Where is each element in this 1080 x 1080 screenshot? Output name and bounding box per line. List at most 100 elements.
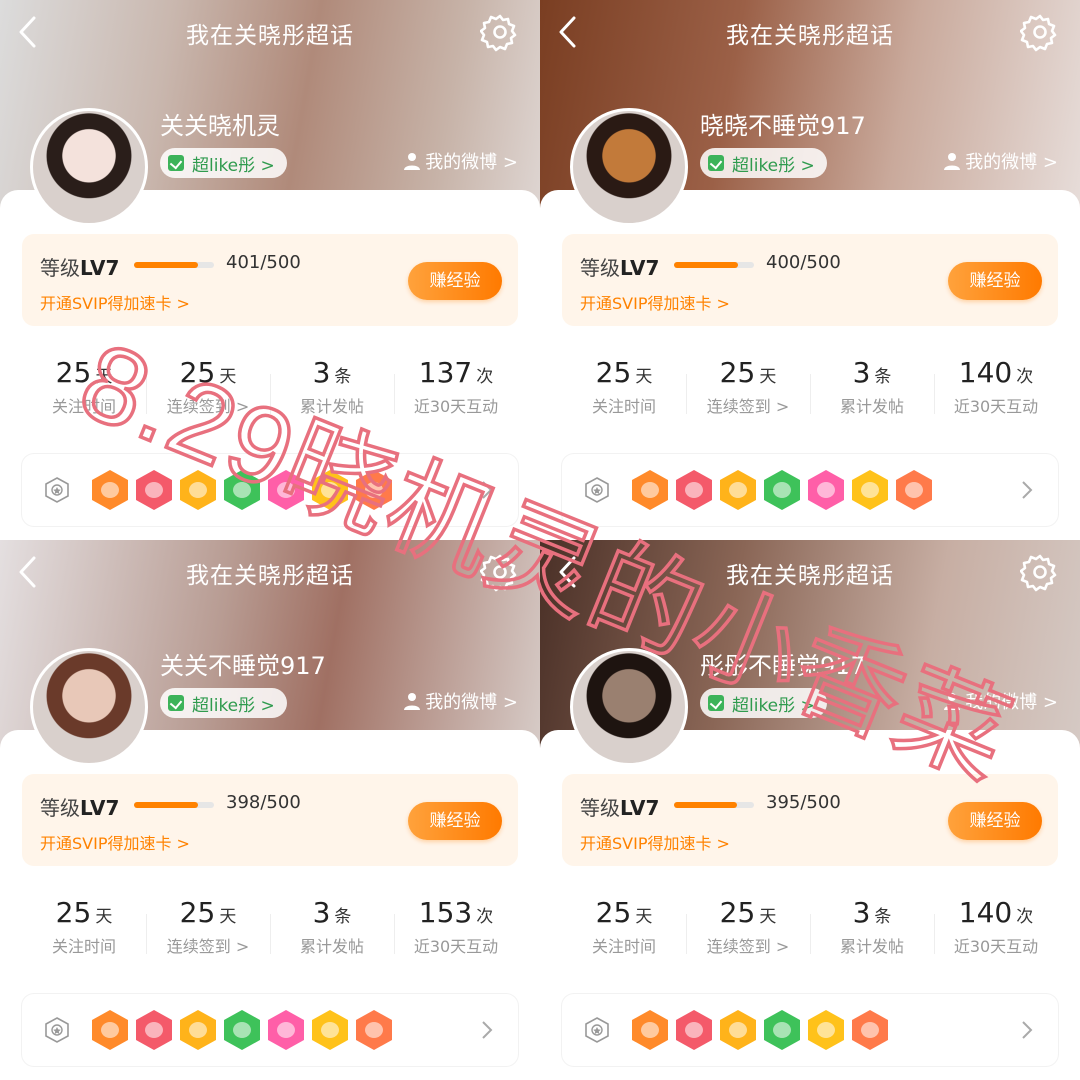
stat-label: 连续签到 >: [166, 937, 250, 956]
user-name[interactable]: 晓晓不睡觉917: [700, 106, 866, 141]
avatar[interactable]: [30, 648, 148, 766]
fan-badge-icon[interactable]: [632, 1010, 668, 1050]
user-name[interactable]: 关关不睡觉917: [160, 646, 326, 681]
avatar[interactable]: [570, 648, 688, 766]
level-progress-bar: [134, 802, 214, 808]
stat-value: 25 天: [595, 896, 653, 929]
svip-link[interactable]: 开通SVIP得加速卡 >: [580, 290, 730, 314]
gear-icon[interactable]: [479, 552, 520, 592]
fan-badge-icon[interactable]: [92, 470, 128, 510]
gear-icon[interactable]: [1019, 12, 1060, 52]
gear-icon[interactable]: [1019, 552, 1060, 592]
fan-badge-icon[interactable]: [356, 1010, 392, 1050]
fan-badge-icon[interactable]: [180, 1010, 216, 1050]
stat-item[interactable]: 140 次 近30天互动: [934, 338, 1058, 434]
stat-item[interactable]: 3条 累计发帖: [270, 878, 394, 974]
stat-value: 25 天: [55, 896, 113, 929]
fan-badge-icon[interactable]: [764, 470, 800, 510]
svip-link[interactable]: 开通SVIP得加速卡 >: [580, 830, 730, 854]
user-name[interactable]: 彤彤不睡觉917: [700, 646, 866, 681]
fan-badge-icon[interactable]: [720, 1010, 756, 1050]
top-bar: 我在关晓彤超话: [540, 540, 1080, 604]
stat-label: 连续签到 >: [706, 397, 790, 416]
fan-badge-icon[interactable]: [312, 1010, 348, 1050]
stat-value: 3条: [852, 896, 892, 929]
fan-badge-icon[interactable]: [312, 470, 348, 510]
svip-link[interactable]: 开通SVIP得加速卡 >: [40, 830, 190, 854]
fan-badge-icon[interactable]: [356, 470, 392, 510]
chevron-right-icon[interactable]: [480, 476, 494, 504]
fan-badge-icon[interactable]: [676, 1010, 712, 1050]
stat-item[interactable]: 25 天 关注时间: [22, 338, 146, 434]
level-progress-text: 398/500: [226, 792, 301, 813]
super-like-pill[interactable]: 超like彤 >: [160, 148, 287, 178]
my-weibo-link[interactable]: 我的微博 >: [403, 148, 518, 174]
fan-badge-icon[interactable]: [92, 1010, 128, 1050]
stat-item[interactable]: 153 次 近30天互动: [394, 878, 518, 974]
super-like-pill[interactable]: 超like彤 >: [700, 688, 827, 718]
chevron-right-icon[interactable]: [1020, 476, 1034, 504]
stat-value: 25 天: [719, 356, 777, 389]
user-name[interactable]: 关关晓机灵: [160, 106, 280, 141]
fan-badge-icon[interactable]: [852, 470, 888, 510]
checkin-icon: [708, 695, 724, 711]
top-bar: 我在关晓彤超话: [0, 0, 540, 64]
stat-item[interactable]: 25 天 关注时间: [562, 338, 686, 434]
stat-item[interactable]: 137 次 近30天互动: [394, 338, 518, 434]
fan-badge-icon[interactable]: [764, 1010, 800, 1050]
fan-badge-icon[interactable]: [632, 470, 668, 510]
stat-item[interactable]: 140 次 近30天互动: [934, 878, 1058, 974]
earn-exp-button[interactable]: 赚经验: [948, 802, 1042, 840]
stat-value: 153 次: [418, 896, 494, 929]
fan-badge-icon[interactable]: [808, 1010, 844, 1050]
earn-exp-button[interactable]: 赚经验: [408, 802, 502, 840]
stat-item[interactable]: 25 天 关注时间: [562, 878, 686, 974]
chevron-right-icon[interactable]: [480, 1016, 494, 1044]
my-weibo-label: 我的微博 >: [425, 692, 518, 713]
person-icon: [943, 152, 961, 170]
stat-label: 累计发帖: [299, 937, 364, 956]
badge-wall[interactable]: [562, 454, 1058, 526]
fan-badge-icon[interactable]: [268, 1010, 304, 1050]
super-like-pill[interactable]: 超like彤 >: [160, 688, 287, 718]
stat-item[interactable]: 25 天 连续签到 >: [146, 338, 270, 434]
avatar[interactable]: [570, 108, 688, 226]
gear-icon[interactable]: [479, 12, 520, 52]
level-text: 等级LV7: [40, 796, 120, 820]
badge-wall[interactable]: [22, 994, 518, 1066]
person-icon: [943, 692, 961, 710]
earn-exp-button[interactable]: 赚经验: [408, 262, 502, 300]
stat-item[interactable]: 3条 累计发帖: [810, 338, 934, 434]
earn-exp-button[interactable]: 赚经验: [948, 262, 1042, 300]
fan-badge-icon[interactable]: [676, 470, 712, 510]
my-weibo-label: 我的微博 >: [425, 152, 518, 173]
fan-badge-icon[interactable]: [720, 470, 756, 510]
stat-item[interactable]: 25 天 连续签到 >: [146, 878, 270, 974]
svip-link[interactable]: 开通SVIP得加速卡 >: [40, 290, 190, 314]
stat-item[interactable]: 25 天 连续签到 >: [686, 878, 810, 974]
stats-row: 25 天 关注时间 25 天 连续签到 > 3条 累计发帖 140 次 近30天互动: [562, 878, 1058, 974]
fan-badge-icon[interactable]: [268, 470, 304, 510]
my-weibo-link[interactable]: 我的微博 >: [943, 688, 1058, 714]
badge-wall[interactable]: [22, 454, 518, 526]
stat-item[interactable]: 25 天 连续签到 >: [686, 338, 810, 434]
level-progress-bar: [674, 802, 754, 808]
avatar[interactable]: [30, 108, 148, 226]
fan-badge-icon[interactable]: [224, 1010, 260, 1050]
fan-badge-icon[interactable]: [224, 470, 260, 510]
badge-wall[interactable]: [562, 994, 1058, 1066]
my-weibo-link[interactable]: 我的微博 >: [403, 688, 518, 714]
fan-badge-icon[interactable]: [808, 470, 844, 510]
fan-badge-icon[interactable]: [180, 470, 216, 510]
stat-item[interactable]: 3条 累计发帖: [810, 878, 934, 974]
stat-value: 25 天: [719, 896, 777, 929]
fan-badge-icon[interactable]: [896, 470, 932, 510]
chevron-right-icon[interactable]: [1020, 1016, 1034, 1044]
fan-badge-icon[interactable]: [136, 1010, 172, 1050]
my-weibo-link[interactable]: 我的微博 >: [943, 148, 1058, 174]
fan-badge-icon[interactable]: [852, 1010, 888, 1050]
super-like-pill[interactable]: 超like彤 >: [700, 148, 827, 178]
fan-badge-icon[interactable]: [136, 470, 172, 510]
stat-item[interactable]: 25 天 关注时间: [22, 878, 146, 974]
stat-item[interactable]: 3条 累计发帖: [270, 338, 394, 434]
